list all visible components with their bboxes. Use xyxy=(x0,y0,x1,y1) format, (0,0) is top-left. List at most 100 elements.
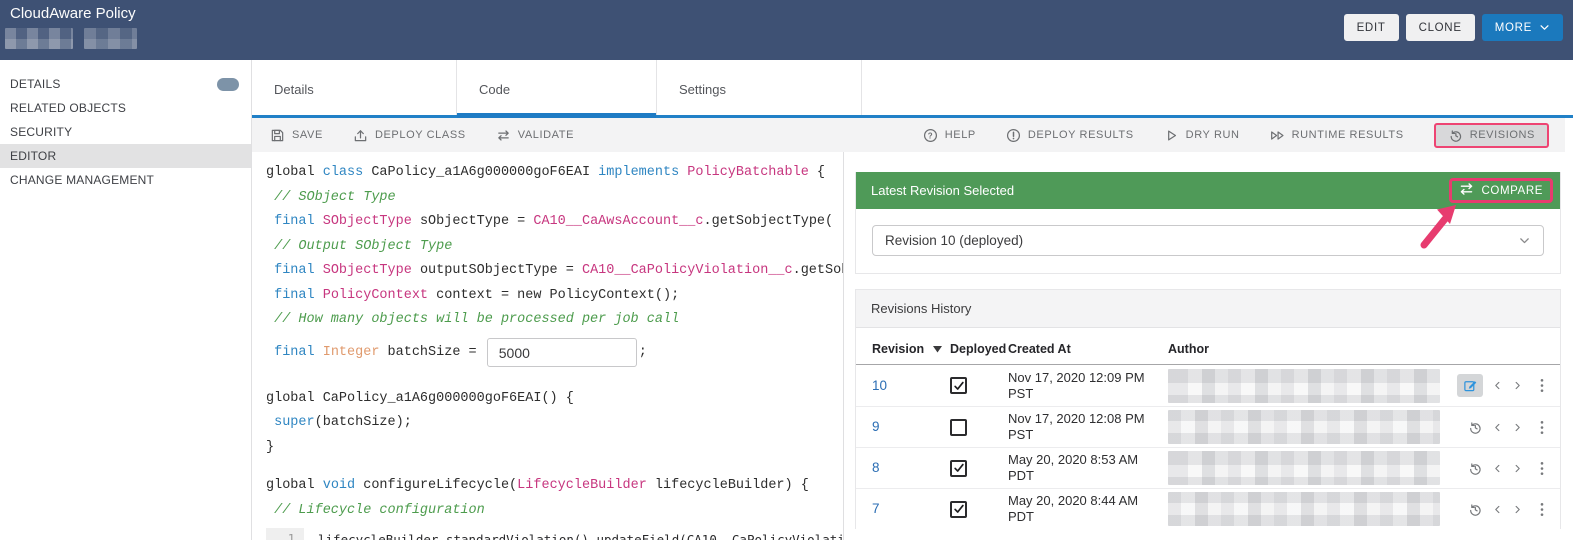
tab-code[interactable]: Code xyxy=(457,60,657,118)
next-diff-button[interactable] xyxy=(1512,463,1523,474)
author-redacted xyxy=(1168,492,1440,526)
sidebar-item-label: RELATED OBJECTS xyxy=(10,101,126,115)
redacted-record-name xyxy=(5,28,73,49)
deployed-checkbox[interactable] xyxy=(950,377,967,394)
tab-label: Code xyxy=(479,82,510,97)
compare-button[interactable]: COMPARE xyxy=(1459,183,1544,198)
sidebar-item-change-management[interactable]: CHANGE MANAGEMENT xyxy=(0,168,251,192)
toolbar-item-label: DEPLOY RESULTS xyxy=(1028,129,1134,141)
revision-cell: 7 xyxy=(872,500,950,518)
help-button[interactable]: ?HELP xyxy=(923,128,976,143)
sidebar-item-label: SECURITY xyxy=(10,125,72,139)
edit-button[interactable]: EDIT xyxy=(1344,14,1399,41)
prev-diff-button[interactable] xyxy=(1492,422,1503,433)
sidebar-item-details[interactable]: DETAILS xyxy=(0,72,251,96)
code-token: PolicyContext xyxy=(323,288,436,303)
revision-select-area: Revision 10 (deployed) xyxy=(856,209,1560,273)
prev-diff-button[interactable] xyxy=(1492,380,1503,391)
code-line: // Output SObject Type xyxy=(266,235,843,260)
deployed-checkbox[interactable] xyxy=(950,460,967,477)
restore-revision-button[interactable] xyxy=(1467,502,1483,517)
batch-size-input[interactable] xyxy=(487,338,637,367)
runtime-results-button[interactable]: RUNTIME RESULTS xyxy=(1270,128,1404,143)
code-token: } xyxy=(266,440,274,455)
deploy-results-button[interactable]: DEPLOY RESULTS xyxy=(1006,128,1134,143)
toolbar-item-label: RUNTIME RESULTS xyxy=(1292,129,1404,141)
code-line: // Lifecycle configuration xyxy=(266,499,843,524)
page-title: CloudAware Policy xyxy=(10,5,136,22)
clone-button[interactable]: CLONE xyxy=(1406,14,1475,41)
code-editor[interactable]: global class CaPolicy_a1A6g000000goF6EAI… xyxy=(252,152,844,540)
code-token xyxy=(266,263,274,278)
prev-diff-button[interactable] xyxy=(1492,463,1503,474)
next-diff-button[interactable] xyxy=(1512,422,1523,433)
revision-link[interactable]: 7 xyxy=(872,501,880,516)
author-cell xyxy=(1168,451,1414,485)
code-token xyxy=(266,288,274,303)
latest-revision-label: Latest Revision Selected xyxy=(871,183,1014,198)
help-icon: ? xyxy=(923,128,938,143)
revision-cell: 9 xyxy=(872,418,950,436)
sidebar-item-label: CHANGE MANAGEMENT xyxy=(10,173,154,187)
latest-revision-card: Latest Revision Selected xyxy=(855,172,1561,274)
toolbar-right-group: ?HELP DEPLOY RESULTS DRY RUN RUNTIME RESULT… xyxy=(923,123,1549,148)
next-diff-button[interactable] xyxy=(1512,380,1523,391)
edit-revision-button[interactable] xyxy=(1457,374,1483,397)
revision-dropdown-value: Revision 10 (deployed) xyxy=(885,233,1023,248)
code-token: class xyxy=(323,165,372,180)
created-at-line2: PST xyxy=(1008,386,1168,402)
code-line-batch-size: final Integer batchSize = ; xyxy=(266,333,843,373)
row-menu-button[interactable] xyxy=(1540,378,1544,393)
revision-dropdown[interactable]: Revision 10 (deployed) xyxy=(872,225,1544,256)
code-token: final xyxy=(274,263,323,278)
code-token: LifecycleBuilder xyxy=(517,478,655,493)
svg-text:?: ? xyxy=(928,131,933,140)
toolbar-item-label: SAVE xyxy=(292,129,323,141)
revisions-history-title: Revisions History xyxy=(856,290,1560,328)
more-button[interactable]: MORE xyxy=(1482,14,1563,41)
code-token: lifecycleBuilder) { xyxy=(655,478,809,493)
code-token: batchSize = xyxy=(388,345,485,360)
tab-label: Settings xyxy=(679,82,726,97)
code-token: implements xyxy=(598,165,687,180)
revisions-history-card: Revisions History RevisionDeployedCreate… xyxy=(855,289,1561,529)
tab-settings[interactable]: Settings xyxy=(657,60,862,118)
revision-cell: 8 xyxy=(872,459,950,477)
save-button[interactable]: SAVE xyxy=(270,128,323,143)
sidebar-item-related-objects[interactable]: RELATED OBJECTS xyxy=(0,96,251,120)
tab-details[interactable]: Details xyxy=(252,60,457,118)
sidebar-item-editor[interactable]: EDITOR xyxy=(0,144,251,168)
row-menu-button[interactable] xyxy=(1540,502,1544,517)
column-header-deployed: Deployed xyxy=(950,342,1008,356)
button-label: EDIT xyxy=(1357,22,1386,34)
chevron-down-icon xyxy=(1539,22,1550,33)
save-icon xyxy=(270,128,285,143)
revision-cell: 10 xyxy=(872,377,950,395)
revision-link[interactable]: 10 xyxy=(872,378,887,393)
dry-run-button[interactable]: DRY RUN xyxy=(1164,128,1240,143)
sidebar-item-security[interactable]: SECURITY xyxy=(0,120,251,144)
deployed-checkbox[interactable] xyxy=(950,501,967,518)
restore-revision-button[interactable] xyxy=(1467,420,1483,435)
revision-link[interactable]: 9 xyxy=(872,419,880,434)
deployed-checkbox[interactable] xyxy=(950,419,967,436)
next-diff-button[interactable] xyxy=(1512,504,1523,515)
restore-revision-button[interactable] xyxy=(1467,461,1483,476)
code-line: } xyxy=(266,436,843,461)
validate-button[interactable]: VALIDATE xyxy=(496,128,574,143)
row-menu-button[interactable] xyxy=(1540,461,1544,476)
code-line: // How many objects will be processed pe… xyxy=(266,308,843,333)
column-header-revision[interactable]: Revision xyxy=(872,342,950,356)
details-badge xyxy=(217,78,239,91)
embedded-editor-line[interactable]: 1lifecycleBuilder.standardViolation().up… xyxy=(266,528,843,540)
row-menu-button[interactable] xyxy=(1540,420,1544,435)
code-token xyxy=(266,214,274,229)
prev-diff-button[interactable] xyxy=(1492,504,1503,515)
author-cell xyxy=(1168,410,1414,444)
revision-link[interactable]: 8 xyxy=(872,460,880,475)
deploy-class-button[interactable]: DEPLOY CLASS xyxy=(353,128,466,143)
topbar: CloudAware Policy EDIT CLONE MORE xyxy=(0,0,1573,60)
code-line: final SObjectType outputSObjectType = CA… xyxy=(266,259,843,284)
code-token xyxy=(266,345,274,360)
revisions-button[interactable]: REVISIONS xyxy=(1434,123,1549,148)
